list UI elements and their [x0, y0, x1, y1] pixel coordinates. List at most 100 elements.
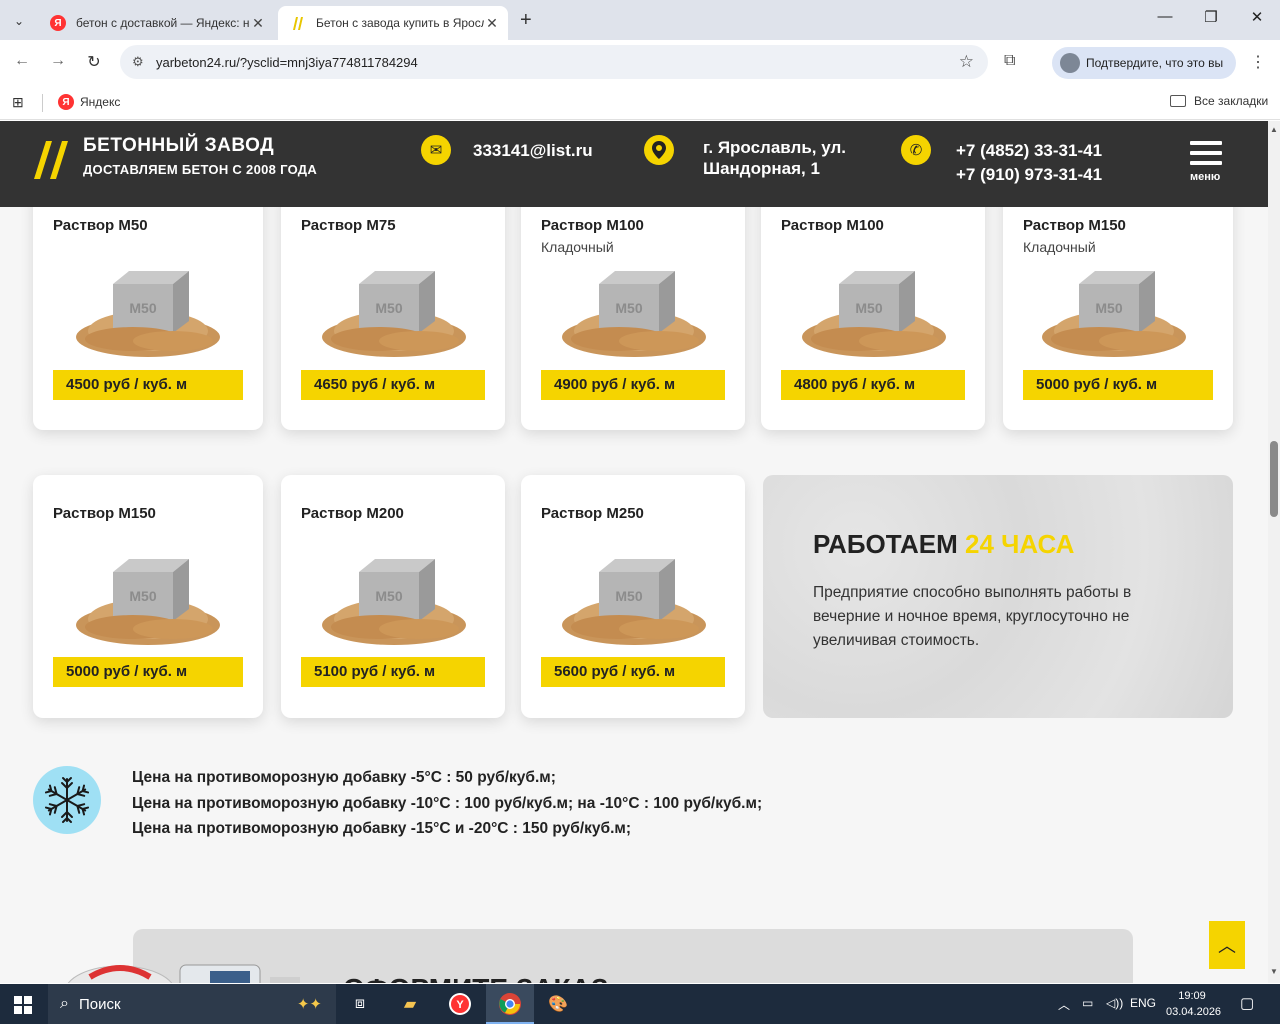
address-bar[interactable]: ⚙ yarbeton24.ru/?ysclid=mnj3iya774811784… — [120, 45, 988, 79]
product-price: 5000 руб / куб. м — [53, 657, 243, 687]
search-icon: ⌕ — [60, 995, 69, 1012]
svg-text:M50: M50 — [1095, 300, 1122, 316]
taskbar-search[interactable]: ⌕ Поиск ✦✦ — [48, 984, 336, 1024]
close-tab-icon[interactable]: ✕ — [250, 15, 266, 32]
windows-taskbar: ⌕ Поиск ✦✦ ⧈ ▰ Y 🎨 ︿ ▭ ◁)) ENG 19:09 03.… — [0, 984, 1280, 1024]
product-price: 4800 руб / куб. м — [781, 370, 965, 400]
language-indicator[interactable]: ENG — [1130, 996, 1156, 1010]
logo-subtitle: ДОСТАВЛЯЕМ БЕТОН С 2008 ГОДА — [83, 162, 318, 177]
product-subtitle: Кладочный — [1023, 239, 1096, 255]
product-name: Раствор М75 — [301, 217, 396, 234]
product-name: Раствор М150 — [1023, 217, 1126, 234]
phone-link[interactable]: +7 (4852) 33-31-41 — [956, 139, 1102, 163]
all-bookmarks-button[interactable]: Все закладки — [1170, 94, 1268, 108]
mortar-image: M50 — [76, 271, 220, 357]
mail-icon: ✉ — [421, 135, 451, 165]
product-price: 4650 руб / куб. м — [301, 370, 485, 400]
scroll-up-arrow-icon[interactable]: ▲ — [1270, 125, 1278, 134]
tab-yandex-search[interactable]: Я бетон с доставкой — Яндекс: н ✕ — [38, 6, 274, 40]
location-pin-icon — [644, 135, 674, 165]
back-icon[interactable]: ← — [10, 52, 34, 70]
product-name: Раствор М200 — [301, 505, 404, 522]
mortar-image: M50 — [322, 271, 466, 357]
browser-tab-bar: ⌄ Я бетон с доставкой — Яндекс: н ✕ Бето… — [0, 0, 1280, 40]
header-address: г. Ярославль, ул. Шандорная, 1 — [703, 137, 846, 179]
scroll-to-top-button[interactable]: ︿ — [1209, 921, 1245, 969]
reload-icon[interactable]: ↻ — [82, 52, 106, 72]
close-tab-icon[interactable]: ✕ — [484, 15, 500, 32]
order-title: ОФОРМИТЕ ЗАКАЗ — [343, 973, 608, 983]
task-view-icon[interactable]: ⧈ — [346, 990, 374, 1018]
product-card[interactable]: Раствор М150 Кладочный M50 5000 руб / ку… — [1003, 207, 1233, 430]
profile-verify-button[interactable]: Подтвердите, что это вы — [1052, 47, 1236, 79]
product-card[interactable]: Раствор М200 M50 5100 руб / куб. м — [281, 475, 505, 718]
bookmark-star-icon[interactable]: ☆ — [959, 52, 974, 72]
bookmark-yandex[interactable]: Я Яндекс — [58, 94, 120, 110]
product-name: Раствор М50 — [53, 217, 148, 234]
mortar-image: M50 — [802, 271, 946, 357]
logo-title[interactable]: БЕТОННЫЙ ЗАВОД — [83, 135, 274, 157]
promo-title-main: РАБОТАЕМ — [813, 529, 958, 559]
new-tab-button[interactable]: + — [520, 9, 532, 32]
menu-button[interactable]: меню — [1190, 141, 1224, 183]
close-window-icon[interactable]: ✕ — [1234, 8, 1280, 26]
frost-price-line: Цена на противоморозную добавку -5°С : 5… — [132, 769, 556, 786]
frost-price-line: Цена на противоморозную добавку -15°С и … — [132, 820, 632, 837]
product-card[interactable]: Раствор М150 M50 5000 руб / куб. м — [33, 475, 263, 718]
mortar-image: M50 — [76, 559, 220, 645]
copilot-sparkle-icon: ✦✦ — [296, 996, 322, 1013]
mortar-image: M50 — [562, 271, 706, 357]
phone-link[interactable]: +7 (910) 973-31-41 — [956, 163, 1102, 187]
product-price: 5000 руб / куб. м — [1023, 370, 1213, 400]
page-scrollbar[interactable]: ▲ ▼ — [1268, 121, 1280, 983]
svg-text:M50: M50 — [129, 588, 156, 604]
divider — [42, 94, 43, 112]
promo-title-highlight: 24 ЧАСА — [965, 529, 1075, 559]
clock[interactable]: 19:09 03.04.2026 — [1166, 988, 1221, 1020]
volume-icon[interactable]: ◁)) — [1106, 996, 1123, 1010]
paint-icon[interactable]: 🎨 — [544, 990, 572, 1018]
header-email[interactable]: 333141@list.ru — [473, 140, 593, 161]
yandex-browser-icon[interactable]: Y — [446, 990, 474, 1018]
minimize-icon[interactable]: — — [1142, 8, 1188, 25]
header-phones: +7 (4852) 33-31-41 +7 (910) 973-31-41 — [956, 139, 1102, 187]
product-card[interactable]: Раствор М100 M50 4800 руб / куб. м — [761, 207, 985, 430]
logo-icon[interactable] — [32, 135, 72, 185]
svg-text:M50: M50 — [375, 300, 402, 316]
forward-icon[interactable]: → — [46, 52, 70, 70]
notifications-icon[interactable]: ▢ — [1240, 994, 1254, 1012]
chrome-icon[interactable] — [496, 990, 524, 1018]
all-bookmarks-label: Все закладки — [1194, 94, 1269, 108]
tab-search-button[interactable]: ⌄ — [6, 8, 32, 34]
hamburger-icon-bar — [1190, 161, 1222, 165]
bookmark-label: Яндекс — [80, 95, 121, 109]
svg-text:M50: M50 — [615, 588, 642, 604]
hamburger-icon — [1190, 141, 1222, 145]
product-card[interactable]: Раствор М50 M50 4500 руб / куб. м — [33, 207, 263, 430]
product-card[interactable]: Раствор М250 M50 5600 руб / куб. м — [521, 475, 745, 718]
browser-menu-icon[interactable]: ⋮ — [1250, 52, 1266, 72]
site-info-icon[interactable]: ⚙ — [132, 54, 152, 70]
verify-label: Подтвердите, что это вы — [1086, 56, 1224, 70]
tab-title: Бетон с завода купить в Яросла — [316, 16, 484, 30]
extensions-icon[interactable]: ⧉ — [1004, 52, 1015, 70]
tray-chevron-icon[interactable]: ︿ — [1058, 996, 1070, 1013]
product-card[interactable]: Раствор М100 Кладочный M50 4900 руб / ку… — [521, 207, 745, 430]
frost-price-line: Цена на противоморозную добавку -10°С : … — [132, 795, 763, 812]
file-explorer-icon[interactable]: ▰ — [396, 990, 424, 1018]
url-text[interactable]: yarbeton24.ru/?ysclid=mnj3iya77481178429… — [156, 55, 418, 70]
scrollbar-thumb[interactable] — [1270, 441, 1278, 517]
apps-grid-icon[interactable]: ⊞ — [12, 94, 24, 111]
yandex-favicon-icon: Я — [50, 15, 66, 31]
concrete-truck-image — [67, 964, 300, 983]
main-content: Раствор М50 M50 4500 руб / куб. м Раство… — [0, 207, 1268, 983]
scroll-down-arrow-icon[interactable]: ▼ — [1270, 967, 1278, 976]
tab-yarbeton[interactable]: Бетон с завода купить в Яросла ✕ — [278, 6, 508, 40]
windows-start-icon[interactable] — [14, 996, 32, 1014]
restore-icon[interactable]: ❐ — [1188, 8, 1234, 26]
network-icon[interactable]: ▭ — [1082, 996, 1093, 1010]
svg-text:M50: M50 — [615, 300, 642, 316]
product-card[interactable]: Раствор М75 M50 4650 руб / куб. м — [281, 207, 505, 430]
product-subtitle: Кладочный — [541, 239, 614, 255]
svg-text:M50: M50 — [129, 300, 156, 316]
